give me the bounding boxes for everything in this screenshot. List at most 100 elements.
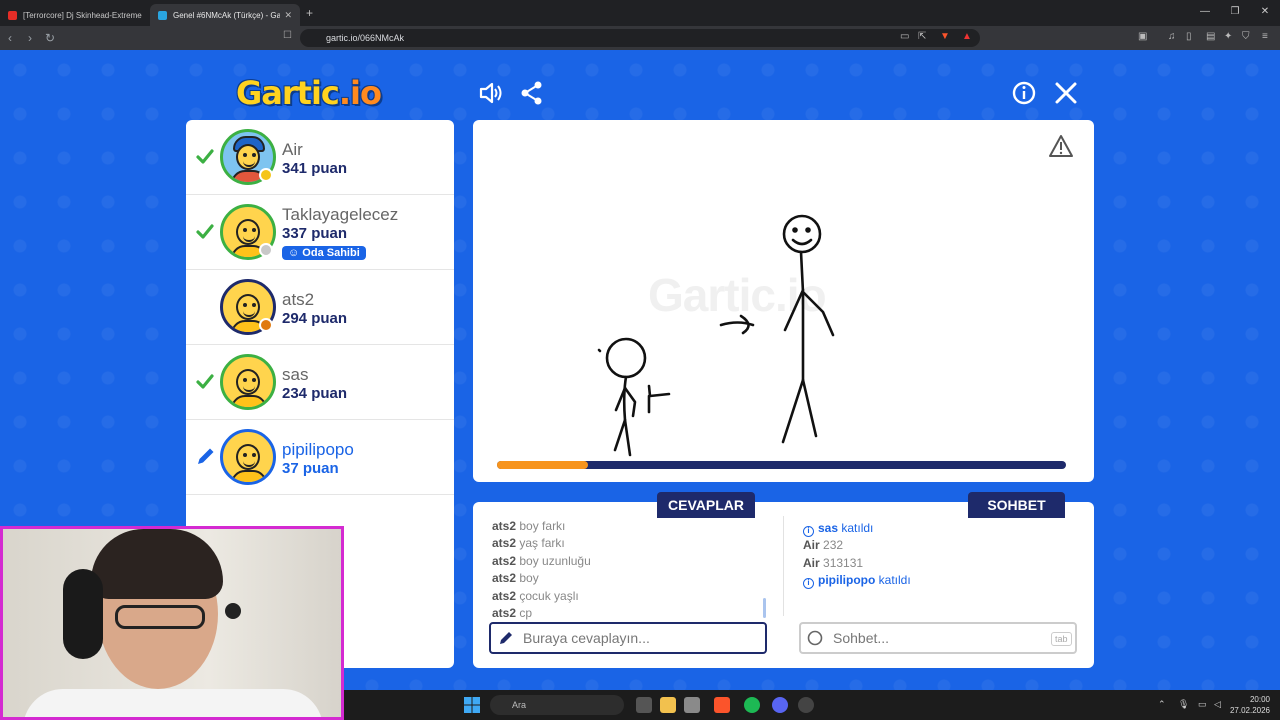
close-window-icon[interactable]: ✕ (1250, 0, 1280, 24)
windows-start-icon[interactable] (464, 697, 480, 713)
clock-date: 27.02.2026 (1229, 706, 1270, 715)
browser-tab-0[interactable]: [Terrorcore] Dj Skinhead-Extreme Te (0, 4, 150, 26)
tray-mic-icon[interactable]: 🎙 (1178, 699, 1189, 710)
player-score: 294 puan (282, 310, 348, 327)
store-icon[interactable] (684, 697, 700, 713)
answers-list: ats2 boy farkı ats2 yaş farkı ats2 boy uzu… (492, 518, 767, 622)
share-icon[interactable]: ⇱ (918, 31, 926, 42)
close-icon[interactable] (1053, 80, 1079, 106)
brave-browser-icon[interactable] (714, 697, 730, 713)
vpn-icon[interactable]: ⛉ (1242, 31, 1250, 42)
chat-message: Air 232 (803, 538, 844, 553)
bookmark-icon[interactable]: ☐ (283, 30, 292, 41)
player-score: 37 puan (282, 460, 339, 477)
brave-rewards-icon[interactable]: ▲ (962, 31, 972, 42)
stick-figure-drawing (597, 214, 835, 457)
extensions-icon[interactable]: ✦ (1224, 31, 1232, 42)
chat-input[interactable] (799, 622, 1077, 654)
chat-message: i sas katıldı (803, 520, 1073, 537)
player-name: Taklayagelecez (282, 205, 399, 224)
check-icon (196, 374, 214, 389)
window-controls: — ❐ ✕ (1190, 0, 1280, 24)
webcam-overlay (0, 526, 344, 720)
microphone-icon (225, 603, 241, 619)
back-icon[interactable]: ‹ (0, 31, 20, 45)
clock-time: 20:00 (1249, 695, 1270, 704)
sidebar-icon[interactable]: ▣ (1138, 31, 1147, 42)
round-timer-fill (497, 461, 589, 469)
tab-answers[interactable]: CEVAPLAR (657, 492, 755, 518)
answers-chat-panel: ats2 boy farkı ats2 yaş farkı ats2 boy uzu… (473, 502, 1094, 668)
tray-volume-icon[interactable]: ◁ (1214, 699, 1221, 710)
task-view-icon[interactable] (636, 697, 652, 713)
minimize-icon[interactable]: — (1190, 0, 1220, 24)
reload-icon[interactable]: ↻ (40, 31, 60, 45)
drawing-canvas[interactable]: Gartic.io (473, 120, 1094, 482)
tab-title: Genel #6NMcAk (Türkçe) - Gartic (173, 10, 281, 20)
round-timer-bar (497, 461, 1066, 469)
check-icon (196, 224, 214, 239)
webcam-glasses (115, 605, 205, 629)
new-tab-button[interactable]: + (306, 6, 313, 20)
player-row[interactable]: sas 234 puan (186, 345, 454, 420)
tab-key-hint: tab (1051, 632, 1072, 646)
player-row[interactable]: ats2 294 puan (186, 270, 454, 345)
address-bar[interactable]: gartic.io/066NMcAk (300, 29, 980, 47)
browser-tab-1[interactable]: Genel #6NMcAk (Türkçe) - Gartic ✕ (150, 4, 300, 26)
info-icon: i (803, 578, 814, 590)
gartic-logo: Gartic.io (236, 74, 382, 112)
player-row[interactable]: Taklayagelecez 337 puan ☺ Oda Sahibi (186, 195, 454, 270)
headset-icon (63, 569, 103, 659)
media-icon[interactable]: ♫ (1168, 31, 1176, 42)
player-name: pipilipopo (282, 440, 354, 459)
drawing-pencil-icon (198, 448, 214, 464)
spotify-icon[interactable] (744, 697, 760, 713)
browser-toolbar: ‹ › ↻ ☐ gartic.io/066NMcAk ▭ ⇱ ▼ ▲ ▣ ♫ ▯… (0, 26, 1280, 50)
menu-icon[interactable]: ≡ (1262, 31, 1268, 42)
gartic-favicon-icon (158, 10, 167, 20)
answers-scrollbar[interactable] (763, 598, 766, 618)
player-score: 337 puan (282, 225, 348, 242)
reader-icon[interactable]: ▯ (1186, 31, 1192, 42)
player-name: Air (282, 140, 303, 159)
player-status-dot (259, 318, 273, 332)
maximize-icon[interactable]: ❐ (1220, 0, 1250, 24)
tray-monitor-icon[interactable]: ▭ (1198, 699, 1207, 710)
owner-badge-icon: ☺ (288, 247, 303, 259)
taskbar-search[interactable]: Ara (490, 695, 624, 715)
tab-chat[interactable]: SOHBET (968, 492, 1065, 518)
player-row[interactable]: pipilipopo 37 puan (186, 420, 454, 495)
close-tab-icon[interactable]: ✕ (284, 10, 292, 21)
check-icon (196, 149, 214, 164)
panel-divider (783, 516, 784, 616)
brave-shield-icon[interactable]: ▼ (940, 31, 950, 42)
app-icon[interactable] (798, 697, 814, 713)
player-row[interactable]: Air 341 puan (186, 120, 454, 195)
answer-item: ats2 çocuk yaşlı (492, 588, 579, 603)
answer-item: ats2 boy uzunluğu (492, 553, 591, 568)
info-icon[interactable] (1011, 80, 1037, 106)
answer-item: ats2 cp (492, 605, 533, 620)
forward-icon[interactable]: › (20, 31, 40, 45)
player-score: 234 puan (282, 385, 348, 402)
answer-input[interactable] (489, 622, 767, 654)
chat-bubble-icon (807, 630, 823, 646)
answer-item: ats2 boy farkı (492, 519, 566, 533)
browser-tabbar: [Terrorcore] Dj Skinhead-Extreme Te Gene… (0, 0, 1280, 26)
player-avatar (220, 429, 276, 485)
info-icon: i (803, 526, 814, 537)
wallet-icon[interactable]: ▤ (1206, 31, 1215, 42)
player-status-dot (259, 168, 273, 182)
player-status-dot (259, 243, 273, 257)
tab-title: [Terrorcore] Dj Skinhead-Extreme Te (23, 10, 142, 20)
cast-icon[interactable]: ▭ (900, 31, 909, 42)
taskbar-clock[interactable]: 20:00 27.02.2026 (1230, 694, 1270, 716)
share-icon[interactable] (519, 80, 545, 106)
chat-list: i sas katıldı Air 232 Air 313131 i pipilipopo… (803, 520, 1073, 590)
sound-icon[interactable] (478, 80, 504, 106)
tray-chevron-icon[interactable]: ⌃ (1158, 699, 1166, 710)
chat-message: Air 313131 (803, 555, 864, 570)
file-explorer-icon[interactable] (660, 697, 676, 713)
answer-item: ats2 yaş farkı (492, 536, 565, 551)
discord-icon[interactable] (772, 697, 788, 713)
